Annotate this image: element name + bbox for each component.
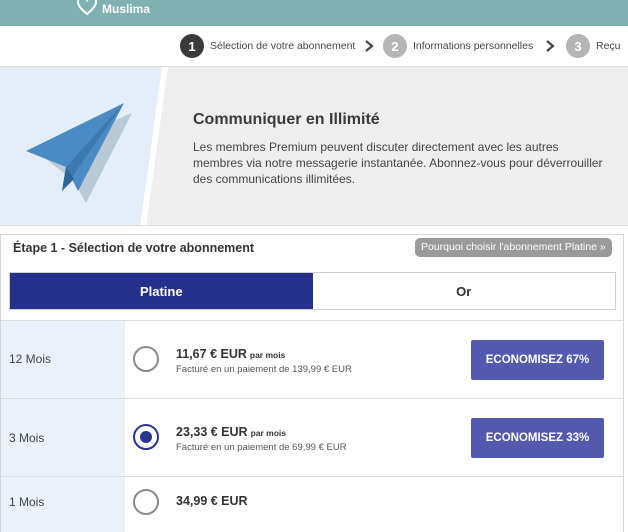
- save-badge-67[interactable]: ECONOMISEZ 67%: [471, 340, 604, 380]
- price-label: 11,67 € EUR par mois: [176, 347, 285, 361]
- step-number: 1: [180, 34, 204, 58]
- panel-title: Étape 1 - Sélection de votre abonnement: [13, 241, 255, 255]
- billing-note: Facturé en un paiement de 69,99 € EUR: [176, 442, 347, 453]
- step-label: Reçu: [596, 40, 621, 52]
- top-header-bar: Muslima: [0, 0, 628, 26]
- panel-header: Étape 1 - Sélection de votre abonnement …: [1, 235, 623, 261]
- tab-or[interactable]: Or: [312, 273, 615, 309]
- brand-name: Muslima: [102, 2, 151, 16]
- step-number: 2: [383, 34, 407, 58]
- step-label: Sélection de votre abonnement: [210, 40, 356, 52]
- radio-3-months[interactable]: [133, 424, 159, 450]
- subscription-panel: Étape 1 - Sélection de votre abonnement …: [0, 234, 624, 532]
- price-label: 23,33 € EUR par mois: [176, 425, 286, 439]
- plan-option-1-month[interactable]: 1 Mois 34,99 € EUR: [1, 476, 623, 532]
- heart-logo-icon: [76, 0, 98, 16]
- plan-option-3-months[interactable]: 3 Mois 23,33 € EUR par mois Facturé en un…: [1, 398, 623, 476]
- checkout-steps: 1 Sélection de votre abonnement 2 Inform…: [0, 26, 628, 66]
- why-platinum-button[interactable]: Pourquoi choisir l'abonnement Platine »: [415, 238, 612, 257]
- price-unit: par mois: [249, 350, 286, 360]
- step-number: 3: [566, 34, 590, 58]
- price-label: 34,99 € EUR: [176, 494, 248, 508]
- step-1: 1 Sélection de votre abonnement: [180, 34, 355, 58]
- price-value: 11,67 € EUR: [176, 347, 247, 361]
- price-unit: par mois: [250, 428, 287, 438]
- promo-banner: Communiquer en Illimité Les membres Prem…: [0, 66, 628, 226]
- step-label: Informations personnelles: [413, 40, 534, 52]
- duration-label: 12 Mois: [9, 352, 52, 366]
- duration-label: 1 Mois: [9, 495, 45, 509]
- price-value: 34,99 € EUR: [176, 494, 248, 508]
- chevron-right-icon: [365, 40, 374, 52]
- step-3: 3 Reçu: [566, 34, 621, 58]
- radio-12-months[interactable]: [133, 346, 159, 372]
- promo-title: Communiquer en Illimité: [193, 111, 380, 128]
- plan-tabs: Platine Or: [9, 272, 616, 310]
- billing-note: Facturé en un paiement de 139,99 € EUR: [176, 364, 352, 375]
- chevron-right-icon: [546, 40, 555, 52]
- promo-description: Les membres Premium peuvent discuter dir…: [193, 140, 603, 186]
- save-badge-33[interactable]: ECONOMISEZ 33%: [471, 418, 604, 458]
- radio-1-month[interactable]: [133, 489, 159, 515]
- step-2: 2 Informations personnelles: [383, 34, 533, 58]
- price-value: 23,33 € EUR: [176, 425, 248, 439]
- duration-label: 3 Mois: [9, 431, 45, 445]
- plan-option-12-months[interactable]: 12 Mois 11,67 € EUR par mois Facturé en u…: [1, 320, 623, 398]
- brand-logo[interactable]: Muslima: [76, 0, 150, 16]
- tab-platine[interactable]: Platine: [10, 273, 313, 309]
